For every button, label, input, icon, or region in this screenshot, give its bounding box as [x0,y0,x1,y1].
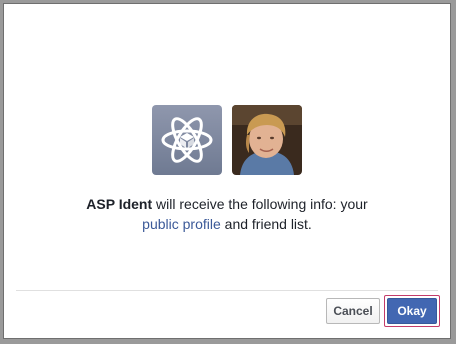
message-line2: and friend list. [220,216,312,232]
icon-row [4,105,450,175]
atom-icon [161,117,213,163]
okay-button[interactable]: Okay [387,298,437,324]
permission-dialog: ASP Ident will receive the following inf… [3,3,451,339]
user-avatar [232,105,302,175]
cancel-button[interactable]: Cancel [326,298,380,324]
message-line1: will receive the following info: your [152,196,368,212]
permission-message: ASP Ident will receive the following inf… [4,194,450,234]
divider [16,290,438,291]
app-name: ASP Ident [86,196,153,212]
app-icon [152,105,222,175]
public-profile-link[interactable]: public profile [142,216,221,232]
